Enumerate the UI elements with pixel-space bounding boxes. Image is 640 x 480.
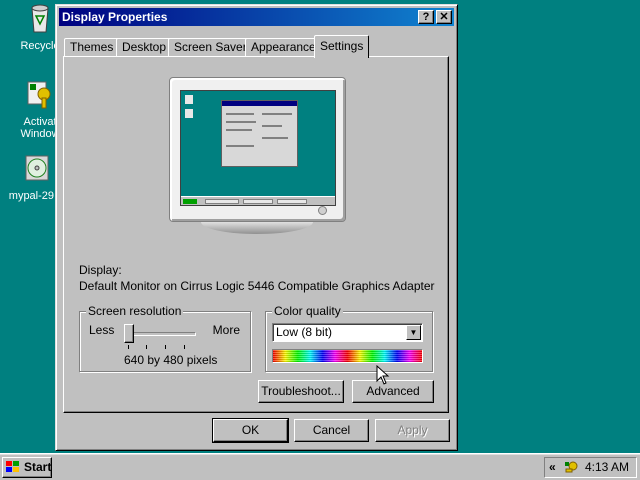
screen-resolution-group: Screen resolution Less More 640 by 480 p… (79, 304, 251, 372)
recycle-bin-icon (31, 4, 49, 33)
less-label: Less (89, 323, 115, 337)
resolution-slider-thumb[interactable] (124, 324, 134, 343)
color-palette-preview (272, 349, 423, 363)
troubleshoot-button[interactable]: Troubleshoot... (258, 380, 344, 403)
start-button[interactable]: Start (2, 457, 52, 478)
ok-button[interactable]: OK (212, 418, 289, 443)
slider-tick (128, 345, 129, 349)
tab-themes[interactable]: Themes (64, 38, 120, 57)
color-quality-select[interactable]: Low (8 bit) ▼ (272, 323, 423, 342)
mouse-cursor-icon (376, 365, 390, 385)
taskbar: Start « 4:13 AM (0, 453, 640, 480)
help-icon: ? (422, 11, 430, 23)
preview-window (221, 100, 298, 167)
monitor-preview (169, 77, 346, 222)
tray-expand-chevron-icon[interactable]: « (549, 460, 556, 474)
help-button[interactable]: ? (418, 10, 434, 24)
slider-tick (146, 345, 147, 349)
close-icon: ✕ (439, 11, 449, 23)
power-led-icon (318, 206, 327, 215)
cancel-button[interactable]: Cancel (294, 419, 369, 442)
resolution-slider-track[interactable] (124, 332, 196, 336)
slider-tick (165, 345, 166, 349)
tab-appearance[interactable]: Appearance (245, 38, 322, 57)
activation-key-tray-icon[interactable] (563, 460, 579, 476)
settings-panel: Display: Default Monitor on Cirrus Logic… (63, 56, 449, 413)
monitor-screen-preview (180, 90, 336, 206)
tab-settings[interactable]: Settings (314, 35, 370, 58)
start-label: Start (24, 460, 52, 474)
dropdown-arrow-icon[interactable]: ▼ (406, 325, 421, 340)
monitor-stand (201, 222, 313, 234)
window-title: Display Properties (62, 10, 168, 24)
display-label: Display: (79, 263, 122, 277)
windows-logo-icon (6, 461, 19, 472)
screen-resolution-title: Screen resolution (86, 304, 184, 318)
advanced-button[interactable]: Advanced (352, 380, 434, 403)
color-quality-group: Color quality Low (8 bit) ▼ (265, 304, 433, 372)
tab-screen-saver[interactable]: Screen Saver (168, 38, 253, 57)
title-bar[interactable]: Display Properties ? ✕ (59, 8, 454, 26)
close-button[interactable]: ✕ (436, 10, 452, 24)
more-label: More (212, 323, 240, 337)
display-adapter-name: Default Monitor on Cirrus Logic 5446 Com… (79, 279, 435, 293)
tab-desktop[interactable]: Desktop (116, 38, 173, 57)
installer-cd-icon (25, 155, 49, 181)
clock[interactable]: 4:13 AM (585, 460, 629, 474)
color-quality-value: Low (8 bit) (276, 325, 333, 339)
display-properties-window: Display Properties ? ✕ Themes Desktop Sc… (55, 4, 458, 451)
resolution-value: 640 by 480 pixels (124, 353, 218, 367)
slider-tick (184, 345, 185, 349)
color-quality-title: Color quality (272, 304, 343, 318)
apply-button[interactable]: Apply (375, 419, 450, 442)
activate-windows-key-icon (27, 81, 51, 109)
system-tray: « 4:13 AM (544, 457, 637, 478)
